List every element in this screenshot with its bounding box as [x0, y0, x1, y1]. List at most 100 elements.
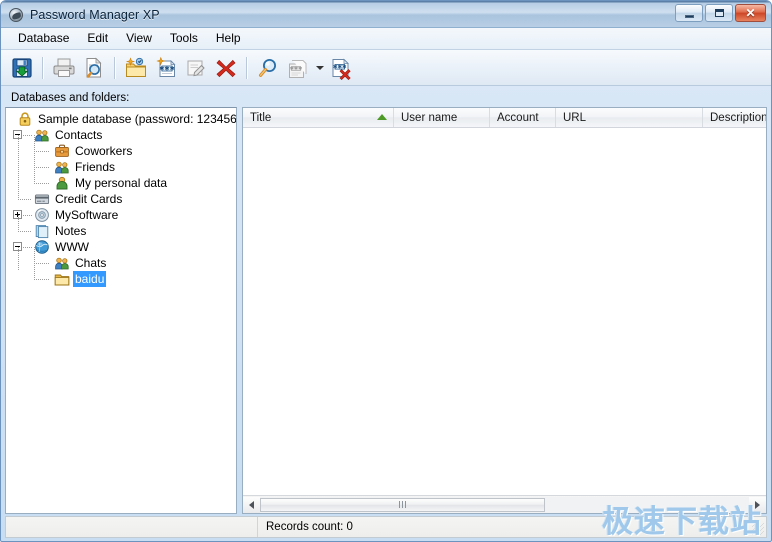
column-header-user-name[interactable]: User name	[394, 108, 490, 127]
tree-item-baidu[interactable]: baidu	[6, 263, 236, 287]
status-bar: Records count: 0	[5, 516, 767, 538]
password-page-icon: ✱✱✱	[289, 59, 307, 78]
menu-view[interactable]: View	[117, 29, 161, 48]
svg-text:✱✱✱: ✱✱✱	[290, 66, 303, 72]
column-header-title[interactable]: Title	[243, 108, 394, 127]
horizontal-scrollbar[interactable]	[243, 495, 766, 513]
column-header-url[interactable]: URL	[556, 108, 703, 127]
new-folder-icon	[125, 56, 146, 77]
tree-item-label: baidu	[73, 271, 107, 287]
briefcase-icon	[55, 144, 69, 157]
tree-item-label: Contacts	[55, 128, 103, 142]
minimize-icon	[684, 14, 694, 18]
tree-item-www[interactable]: WWW	[6, 239, 236, 255]
column-header-label: Description	[710, 111, 766, 124]
delete-x-icon	[216, 59, 236, 77]
arrow-left-icon	[249, 500, 254, 509]
tree-item-my-personal-data[interactable]: My personal data	[6, 167, 236, 191]
new-record-button[interactable]: ✱✱✱	[151, 53, 181, 83]
column-header-label: User name	[401, 111, 458, 124]
maximize-button[interactable]	[705, 4, 733, 22]
scroll-left-button[interactable]	[243, 496, 260, 513]
clear-clipboard-button[interactable]: ✱✱✱	[326, 53, 356, 83]
copy-password-dropdown[interactable]	[313, 53, 326, 83]
search-button[interactable]	[253, 53, 283, 83]
close-icon: ✕	[745, 6, 756, 20]
menu-help[interactable]: Help	[207, 29, 250, 48]
column-header-label: Title	[250, 111, 272, 124]
scrollbar-grip-icon	[398, 501, 407, 508]
application-window: Password Manager XP ✕ Database Edit View…	[0, 0, 772, 542]
cd-disc-icon	[35, 208, 49, 222]
menu-database[interactable]: Database	[9, 29, 78, 48]
databases-and-folders-caption: Databases and folders:	[11, 92, 130, 104]
svg-text:✱✱✱: ✱✱✱	[333, 64, 347, 70]
scroll-right-button[interactable]	[749, 496, 766, 513]
list-body[interactable]	[243, 128, 766, 495]
tree-item-label: Sample database (password: 12345678)	[38, 112, 237, 126]
tree-item-chats[interactable]: Chats	[6, 247, 236, 271]
delete-button[interactable]	[211, 53, 241, 83]
tree-item-label: WWW	[55, 240, 89, 254]
maximize-icon	[714, 9, 724, 17]
copy-password-button[interactable]: ✱✱✱	[283, 53, 313, 83]
print-preview-button[interactable]	[79, 53, 109, 83]
password-page-delete-icon: ✱✱✱	[332, 58, 351, 80]
folder-icon	[54, 274, 70, 286]
right-panel: Title User name Account URL Description	[242, 90, 767, 514]
folder-tree[interactable]: Sample database (password: 12345678) Con	[5, 107, 237, 514]
tree-item-mysoftware[interactable]: MySoftware	[6, 207, 236, 223]
list-header-row: Title User name Account URL Description	[243, 108, 766, 128]
toolbar: ✱✱✱ ✱✱✱ ✱✱✱	[1, 50, 771, 86]
chevron-down-icon	[315, 65, 324, 70]
right-panel-spacer	[242, 90, 767, 107]
left-panel: Databases and folders: Sample database (…	[5, 90, 237, 514]
minimize-button[interactable]	[675, 4, 703, 22]
column-header-account[interactable]: Account	[490, 108, 556, 127]
app-globe-icon	[8, 7, 24, 23]
svg-text:✱✱✱: ✱✱✱	[159, 65, 175, 72]
lock-icon	[19, 112, 31, 126]
tree-item-contacts[interactable]: Contacts	[6, 127, 236, 143]
sort-ascending-icon	[377, 114, 387, 120]
notes-icon	[35, 225, 49, 239]
menu-bar: Database Edit View Tools Help	[1, 28, 771, 50]
status-pane-empty	[6, 517, 258, 537]
tree-item-coworkers[interactable]: Coworkers	[6, 135, 236, 159]
title-bar[interactable]: Password Manager XP ✕	[1, 1, 771, 28]
tree-item-label: My personal data	[75, 176, 168, 190]
tree-item-label: Friends	[75, 160, 116, 174]
scrollbar-thumb[interactable]	[260, 497, 545, 512]
column-header-label: Account	[497, 111, 539, 124]
resize-grip-icon[interactable]	[752, 523, 764, 535]
window-controls: ✕	[675, 4, 766, 22]
edit-record-button[interactable]	[181, 53, 211, 83]
tree-item-label: Credit Cards	[55, 192, 123, 206]
tree-item-notes[interactable]: Notes	[6, 215, 236, 239]
arrow-right-icon	[755, 500, 760, 509]
close-button[interactable]: ✕	[735, 4, 766, 22]
menu-tools[interactable]: Tools	[161, 29, 207, 48]
edit-record-icon	[187, 60, 205, 76]
print-button[interactable]	[49, 53, 79, 83]
menu-edit[interactable]: Edit	[78, 29, 117, 48]
tree-item-label: Chats	[75, 256, 107, 270]
magnifier-icon	[258, 58, 276, 77]
scrollbar-track[interactable]	[260, 496, 749, 513]
tree-item-friends[interactable]: Friends	[6, 151, 236, 175]
contacts-group-icon	[55, 161, 69, 174]
records-list-view[interactable]: Title User name Account URL Description	[242, 107, 767, 514]
floppy-save-icon	[12, 57, 32, 78]
tree-item-sample-database[interactable]: Sample database (password: 12345678)	[6, 111, 236, 127]
tree-item-label: Notes	[55, 224, 87, 238]
tree-item-credit-cards[interactable]: Credit Cards	[6, 183, 236, 207]
window-title: Password Manager XP	[30, 7, 160, 22]
save-database-button[interactable]	[7, 53, 37, 83]
new-record-icon: ✱✱✱	[156, 56, 176, 77]
column-header-description[interactable]: Description	[703, 108, 766, 127]
tree-item-label: Coworkers	[75, 144, 133, 158]
print-preview-icon	[86, 57, 102, 78]
new-folder-button[interactable]	[121, 53, 151, 83]
toolbar-separator	[114, 56, 116, 79]
single-person-icon	[56, 176, 68, 190]
